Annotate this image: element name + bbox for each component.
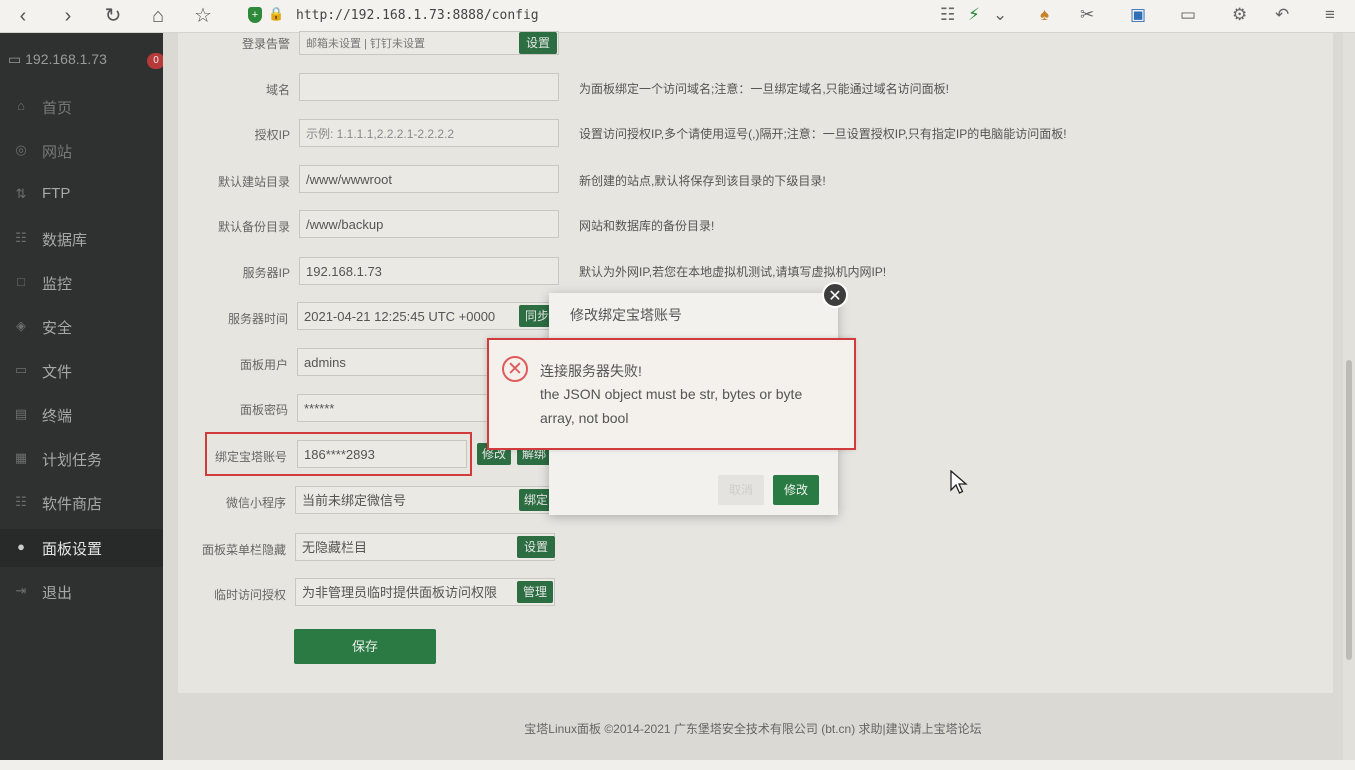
database-icon: ☷ [15,230,27,245]
domain-hint: 为面板绑定一个访问域名;注意：一旦绑定域名,只能通过域名访问面板! [579,82,950,96]
highlight-error [487,338,856,450]
highlight-bt-account [205,432,472,476]
menu-hide-input[interactable]: 无隐藏栏目 [295,533,555,561]
sidebar-item-8[interactable]: ▦ 计划任务 [0,440,163,478]
server-ip-hint: 默认为外网IP,若您在本地虚拟机测试,请填写虚拟机内网IP! [579,265,887,279]
temp-auth-label: 临时访问授权 [213,588,286,602]
backup-dir-input[interactable]: /www/backup [299,210,559,238]
sidebar-item-label: 安全 [42,320,73,337]
dialog-title: 修改绑定宝塔账号 [570,307,682,323]
close-icon[interactable]: ✕ [822,282,848,308]
mouse-cursor-icon [950,470,968,494]
shield-icon: ◈ [16,318,26,333]
domain-label: 域名 [265,83,290,97]
menu-icon[interactable]: ≡ [1325,3,1335,27]
sidebar-item-label: FTP [42,185,71,202]
grid-icon: ☷ [15,494,27,509]
site-dir-hint: 新创建的站点,默认将保存到该目录的下级目录! [579,174,826,188]
server-time-input[interactable]: 2021-04-21 12:25:45 UTC +0000 [297,302,557,330]
wechat-label: 微信小程序 [225,496,286,510]
ftp-icon: ⇅ [15,186,27,201]
globe-icon: ◎ [15,142,27,157]
sidebar-item-5[interactable]: ◈ 安全 [0,308,163,346]
alert-settings-button[interactable]: 设置 [519,32,557,54]
server-ip-input[interactable]: 192.168.1.73 [299,257,559,285]
scissors-icon[interactable]: ✂ [1080,3,1094,27]
home-icon: ⌂ [17,98,25,113]
settings-icon[interactable]: ⚙ [1232,3,1247,27]
server-ip-label: ▭ 192.168.1.73 [8,51,107,67]
security-shield-icon: + [248,7,262,23]
sidebar-item-label: 终端 [42,408,73,425]
sidebar-item-label: 网站 [42,144,73,161]
sidebar-item-label: 首页 [42,100,73,117]
backup-dir-hint: 网站和数据库的备份目录! [579,219,715,233]
dialog-modify-button[interactable]: 修改 [773,475,819,505]
auth-ip-hint: 设置访问授权IP,多个请使用逗号(,)隔开;注意：一旦设置授权IP,只有指定IP… [579,127,1067,141]
taskbar-strip [0,760,1355,770]
sidebar-item-label: 面板设置 [42,541,103,558]
translate-icon[interactable]: ▣ [1130,3,1146,27]
temp-auth-manage-button[interactable]: 管理 [517,581,553,603]
url-text: http://192.168.1.73:8888/config [296,8,539,23]
panel-user-label: 面板用户 [239,358,288,372]
alert-label: 登录告警 [241,37,290,51]
address-bar[interactable]: + 🔒 http://192.168.1.73:8888/config [238,4,928,28]
sidebar-item-label: 软件商店 [42,496,103,513]
scrollbar-thumb[interactable] [1346,360,1352,660]
backup-dir-label: 默认备份目录 [217,220,290,234]
sidebar-item-0[interactable]: ⌂ 首页 [0,88,163,126]
browser-toolbar: ‹ › ↻ ⌂ ☆ + 🔒 http://192.168.1.73:8888/c… [0,0,1355,33]
lightning-icon[interactable]: ⚡ [968,3,980,27]
menu-hide-label: 面板菜单栏隐藏 [201,543,286,557]
server-ip-field-label: 服务器IP [242,266,290,280]
wechat-bind-button[interactable]: 绑定 [519,489,553,511]
bookmark-star-icon[interactable]: ☆ [190,4,216,28]
folder-icon: ▭ [14,362,28,377]
undo-icon[interactable]: ↶ [1275,3,1289,27]
reload-icon[interactable]: ↻ [100,4,126,28]
wechat-input[interactable]: 当前未绑定微信号 [295,486,555,514]
back-icon[interactable]: ‹ [10,4,36,28]
extension-icon[interactable]: ♠ [1040,3,1049,27]
temp-auth-input[interactable]: 为非管理员临时提供面板访问权限 [295,578,555,606]
footer-copyright: 宝塔Linux面板 ©2014-2021 广东堡塔安全技术有限公司 (bt.cn… [524,722,982,736]
save-button[interactable]: 保存 [294,629,436,664]
grid-icon[interactable]: ☷ [940,3,955,27]
server-time-label: 服务器时间 [227,312,288,326]
sidebar-item-4[interactable]: □ 监控 [0,264,163,302]
sidebar-item-10[interactable]: ● 面板设置 [0,529,163,567]
calendar-icon: ▦ [14,450,28,465]
panel-pass-label: 面板密码 [239,403,288,417]
gear-icon: ● [17,539,25,554]
chevron-down-icon[interactable]: ⌄ [993,3,1007,27]
logout-icon: ⇥ [15,583,27,598]
sidebar-item-9[interactable]: ☷ 软件商店 [0,484,163,522]
sidebar-item-label: 数据库 [42,232,88,249]
domain-input[interactable] [299,73,559,101]
monitor-icon: □ [17,274,25,289]
auth-ip-input[interactable]: 示例: 1.1.1.1,2.2.2.1-2.2.2.2 [299,119,559,147]
site-dir-input[interactable]: /www/wwwroot [299,165,559,193]
site-dir-label: 默认建站目录 [217,175,290,189]
sidebar-item-label: 监控 [42,276,73,293]
sidebar-item-11[interactable]: ⇥ 退出 [0,573,163,611]
sidebar-item-2[interactable]: ⇅ FTP [0,176,163,214]
dialog-cancel-button[interactable]: 取消 [718,475,764,505]
sidebar-item-7[interactable]: ▤ 终端 [0,396,163,434]
sidebar-item-6[interactable]: ▭ 文件 [0,352,163,390]
auth-ip-label: 授权IP [254,128,290,142]
terminal-icon: ▤ [14,406,28,421]
forward-icon[interactable]: › [55,4,81,28]
sidebar-item-3[interactable]: ☷ 数据库 [0,220,163,258]
home-icon[interactable]: ⌂ [145,4,171,28]
sidebar-item-label: 计划任务 [42,452,103,469]
window-icon[interactable]: ▭ [1180,3,1196,27]
menu-hide-settings-button[interactable]: 设置 [517,536,555,558]
insecure-icon: 🔒 [268,6,285,21]
sidebar-item-label: 退出 [42,585,73,602]
sidebar-item-1[interactable]: ◎ 网站 [0,132,163,170]
sidebar-item-label: 文件 [42,364,73,381]
